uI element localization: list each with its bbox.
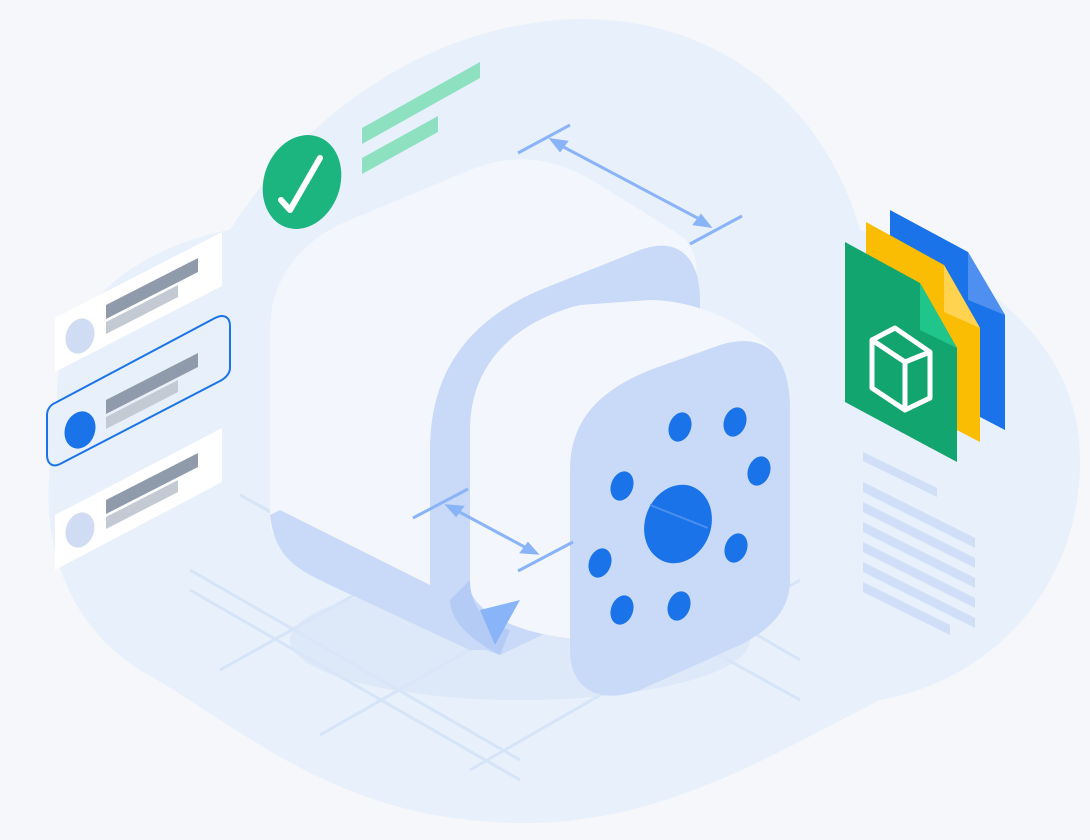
cad-illustration <box>46 19 1081 824</box>
